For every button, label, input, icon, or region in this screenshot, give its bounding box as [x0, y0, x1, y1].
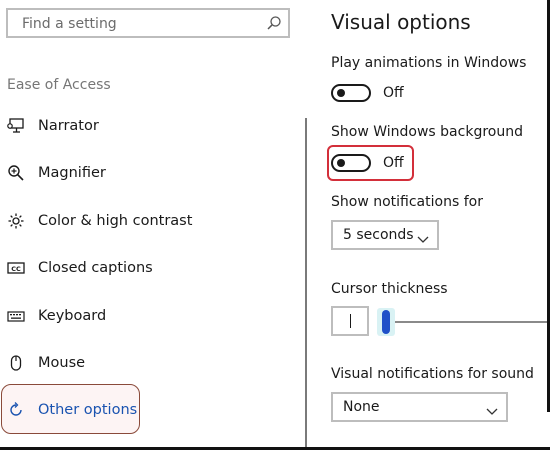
- sidebar-item-keyboard[interactable]: Keyboard: [0, 296, 300, 336]
- toggle-state-label: Off: [383, 155, 404, 171]
- show-background-label: Show Windows background: [331, 124, 523, 140]
- left-pane: Ease of Access Narrator: [0, 0, 320, 450]
- sidebar-item-closed-captions[interactable]: CC Closed captions: [0, 248, 300, 288]
- visual-notifications-dropdown[interactable]: None: [331, 392, 508, 422]
- toggle-state-label: Off: [383, 85, 404, 101]
- search-input[interactable]: [20, 13, 254, 35]
- sidebar-item-label: Keyboard: [38, 308, 107, 324]
- dropdown-value: None: [343, 399, 380, 415]
- sidebar-item-other-options[interactable]: Other options: [0, 390, 300, 430]
- toggle-knob: [337, 89, 345, 97]
- notifications-duration-dropdown[interactable]: 5 seconds: [331, 220, 439, 250]
- sidebar-item-label: Narrator: [38, 118, 99, 134]
- chevron-down-icon: [417, 230, 429, 243]
- toggle-knob: [337, 159, 345, 167]
- cursor-thickness-slider-thumb[interactable]: [382, 310, 390, 334]
- settings-window: Ease of Access Narrator: [0, 0, 550, 450]
- show-background-toggle[interactable]: [331, 154, 371, 172]
- play-animations-toggle[interactable]: [331, 84, 371, 102]
- visual-options-pane: Visual options Play animations in Window…: [320, 0, 550, 450]
- other-options-icon: [7, 401, 25, 419]
- text-cursor-preview: [350, 314, 351, 328]
- search-icon[interactable]: [266, 15, 282, 31]
- sidebar-item-narrator[interactable]: Narrator: [0, 106, 300, 146]
- dropdown-value: 5 seconds: [343, 227, 414, 243]
- cursor-thickness-preview: [331, 306, 369, 336]
- sidebar-item-label: Mouse: [38, 355, 86, 371]
- play-animations-toggle-row: Off: [331, 81, 404, 105]
- page-title: Visual options: [331, 10, 471, 34]
- magnifier-icon: [7, 164, 25, 182]
- sidebar-item-label: Magnifier: [38, 165, 106, 181]
- pane-divider: [305, 118, 307, 450]
- sidebar-item-magnifier[interactable]: Magnifier: [0, 153, 300, 193]
- play-animations-label: Play animations in Windows: [331, 55, 527, 71]
- svg-text:CC: CC: [11, 265, 21, 273]
- notifications-duration-label: Show notifications for: [331, 194, 483, 210]
- mouse-icon: [7, 354, 25, 372]
- cursor-thickness-label: Cursor thickness: [331, 281, 448, 297]
- visual-notifications-label: Visual notifications for sound: [331, 366, 534, 382]
- chevron-down-icon: [486, 402, 498, 415]
- sidebar-item-label: Color & high contrast: [38, 213, 193, 229]
- sidebar-item-label: Other options: [38, 402, 138, 418]
- sidebar-item-mouse[interactable]: Mouse: [0, 343, 300, 383]
- closed-captions-icon: CC: [7, 259, 25, 277]
- brightness-icon: [7, 212, 25, 230]
- narrator-icon: [7, 117, 25, 135]
- keyboard-icon: [7, 307, 25, 325]
- section-heading: Ease of Access: [7, 77, 111, 93]
- sidebar-item-color-high-contrast[interactable]: Color & high contrast: [0, 201, 300, 241]
- search-box[interactable]: [6, 8, 290, 38]
- sidebar-item-label: Closed captions: [38, 260, 153, 276]
- cursor-thickness-slider-track[interactable]: [382, 321, 550, 323]
- show-background-toggle-row: Off: [331, 151, 404, 175]
